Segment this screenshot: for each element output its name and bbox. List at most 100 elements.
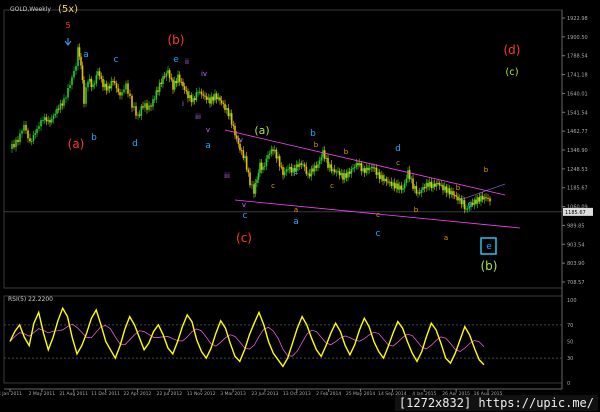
candle-body	[88, 78, 91, 82]
candle-body	[382, 175, 384, 181]
candle-body	[383, 178, 386, 181]
candle-body	[108, 86, 111, 89]
wave-label: c	[294, 167, 299, 177]
candle-body	[370, 167, 373, 169]
candle-body	[71, 77, 73, 86]
candle-body	[19, 133, 21, 143]
candle-body	[476, 197, 479, 204]
candle-body	[355, 163, 358, 168]
candle-body	[50, 118, 53, 123]
candle-body	[146, 103, 148, 110]
candle-body	[380, 175, 383, 180]
candle-body	[400, 185, 403, 190]
wave-label: b	[310, 129, 316, 139]
candle-body	[433, 183, 436, 187]
candle-body	[172, 79, 174, 90]
candle-body	[307, 173, 309, 175]
rsi-tick-label: 0	[567, 381, 570, 387]
wave-label: b	[344, 148, 349, 156]
candle-body	[310, 168, 313, 177]
price-tick-label: 1640.01	[567, 91, 588, 97]
wave-label: c	[114, 55, 119, 65]
candle-body	[131, 95, 133, 108]
candle-body	[352, 168, 354, 170]
candle-body	[320, 157, 323, 161]
candle-body	[67, 87, 69, 98]
current-price-label: 1185.67	[565, 210, 586, 216]
price-tick-label: 1462.77	[567, 129, 588, 135]
price-tick-label: 1741.18	[567, 73, 588, 79]
candle-body	[283, 171, 286, 176]
candle-body	[448, 188, 451, 195]
candle-body	[425, 183, 428, 189]
candle-body	[52, 115, 55, 119]
candle-body	[390, 181, 393, 186]
candle-body	[333, 169, 336, 173]
candle-body	[205, 96, 208, 100]
candle-body	[168, 70, 171, 78]
candle-body	[163, 76, 166, 78]
candle-body	[312, 168, 314, 172]
candle-body	[277, 156, 279, 159]
candle-body	[440, 184, 443, 186]
candle-body	[480, 195, 482, 202]
candle-body	[432, 183, 434, 189]
x-tick-label: 4 Jan 2011	[0, 391, 22, 397]
candle-body	[427, 183, 429, 187]
candle-body	[345, 173, 348, 178]
chart-svg: GOLD,Weekly RSI(5) 22.2200 1922.98 1900.50 1…	[0, 4, 593, 397]
x-tick-label: 23 Jun 2013	[251, 391, 278, 397]
candle-body	[275, 149, 278, 159]
candle-body	[267, 155, 269, 159]
candle-body	[45, 117, 48, 122]
wave-label: b	[91, 133, 97, 143]
candle-body	[157, 90, 159, 92]
price-tick-label: 989.85	[567, 223, 585, 229]
wave-label: a	[205, 141, 211, 151]
candle-body	[133, 106, 135, 108]
candle-body	[367, 167, 369, 171]
wave-label: d	[132, 139, 138, 149]
x-tick-label: 21 Aug 2011	[59, 391, 88, 397]
candle-body	[220, 100, 223, 104]
candle-body	[83, 79, 85, 104]
candle-body	[59, 103, 62, 110]
candle-body	[435, 183, 438, 187]
candle-body	[190, 95, 193, 103]
candle-body	[78, 47, 81, 57]
candle-body	[245, 156, 248, 170]
candle-body	[455, 195, 458, 197]
candle-body	[153, 99, 156, 101]
chart-window: GOLD,Weekly RSI(5) 22.2200 1922.98 1900.50 1…	[0, 0, 600, 412]
candle-body	[230, 113, 233, 125]
wave-label: (c)	[505, 67, 518, 78]
wave-label: c	[396, 159, 400, 167]
candle-body	[407, 170, 409, 179]
wave-label: e	[173, 55, 179, 65]
candle-body	[210, 96, 213, 104]
candle-body	[315, 165, 318, 168]
candle-body	[412, 178, 414, 189]
candle-body	[420, 190, 423, 193]
candle-body	[398, 185, 401, 190]
candle-body	[103, 83, 106, 88]
candle-body	[288, 166, 291, 170]
candle-body	[100, 76, 103, 79]
candle-body	[187, 91, 189, 99]
candle-body	[180, 81, 183, 83]
wave-label: c	[468, 200, 473, 210]
wave-label: (a)	[68, 137, 85, 151]
candle-body	[135, 106, 137, 116]
candle-body	[165, 73, 168, 77]
candle-body	[342, 173, 344, 180]
chart-title: GOLD,Weekly	[10, 6, 51, 13]
candle-body	[150, 105, 152, 107]
candle-body	[32, 134, 35, 142]
candle-body	[195, 92, 198, 101]
candle-body	[393, 182, 396, 189]
wave-label: (b)	[481, 259, 498, 273]
candle-body	[15, 139, 17, 148]
candle-body	[254, 182, 257, 194]
wave-label: (a)	[254, 124, 269, 137]
wave-label: (d)	[504, 43, 521, 57]
